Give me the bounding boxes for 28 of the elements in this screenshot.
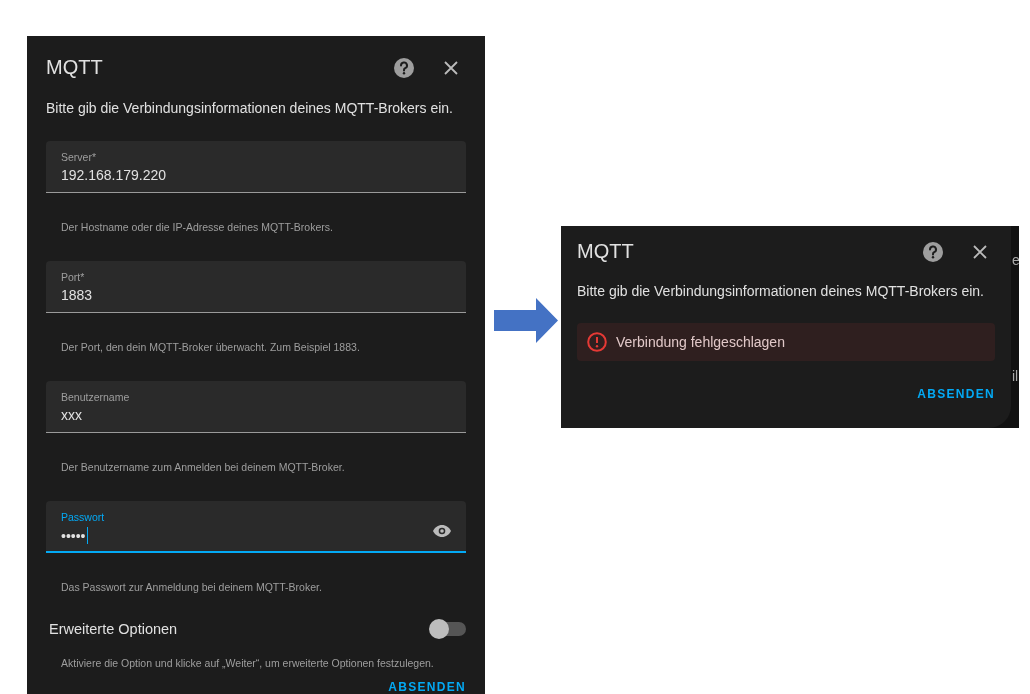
helper-text: Das Passwort zur Anmeldung bei deinem MQTT-Broker. [60,580,323,596]
dialog-title: MQTT [46,56,104,79]
input-field[interactable]: Server* 192.168.179.220 [46,141,466,194]
close-icon[interactable] [444,60,458,75]
background-text: il [1012,368,1019,384]
helper-text: Der Port, den dein MQTT-Broker überwacht. Zum Beispiel 1883. [60,340,361,356]
toggle-label: Erweiterte Optionen [49,620,178,637]
help-icon[interactable] [923,241,943,262]
help-icon[interactable] [394,57,414,78]
dialog-title: MQTT [577,240,635,263]
input-field[interactable]: Benutzername xxx [46,381,466,434]
submit-button[interactable]: ABSENDEN [917,387,995,401]
error-alert: Verbindung fehlgeschlagen [577,323,995,361]
close-icon[interactable] [973,244,987,259]
dialog-description: Bitte gib die Verbindungsinformationen deines MQTT-Brokers ein. [577,283,985,299]
password-field[interactable]: Passwort ••••• [46,501,466,554]
eye-icon[interactable] [433,525,451,538]
dialog-description: Bitte gib die Verbindungsinformationen deines MQTT-Brokers ein. [46,100,454,117]
text-cursor [86,527,88,545]
submit-button[interactable]: ABSENDEN [388,680,466,694]
toggle-switch[interactable] [431,621,466,636]
right-arrow [494,298,558,343]
error-icon [587,332,607,352]
background-text: e [1012,252,1019,268]
helper-text: Der Benutzername zum Anmelden bei deinem MQTT-Broker. [60,460,346,476]
input-field[interactable]: Port* 1883 [46,261,466,314]
helper-text: Aktiviere die Option und klicke auf „Weiter“, um erweiterte Optionen festzulegen. [60,655,435,671]
helper-text: Der Hostname oder die IP-Adresse deines MQTT-Brokers. [60,220,334,236]
